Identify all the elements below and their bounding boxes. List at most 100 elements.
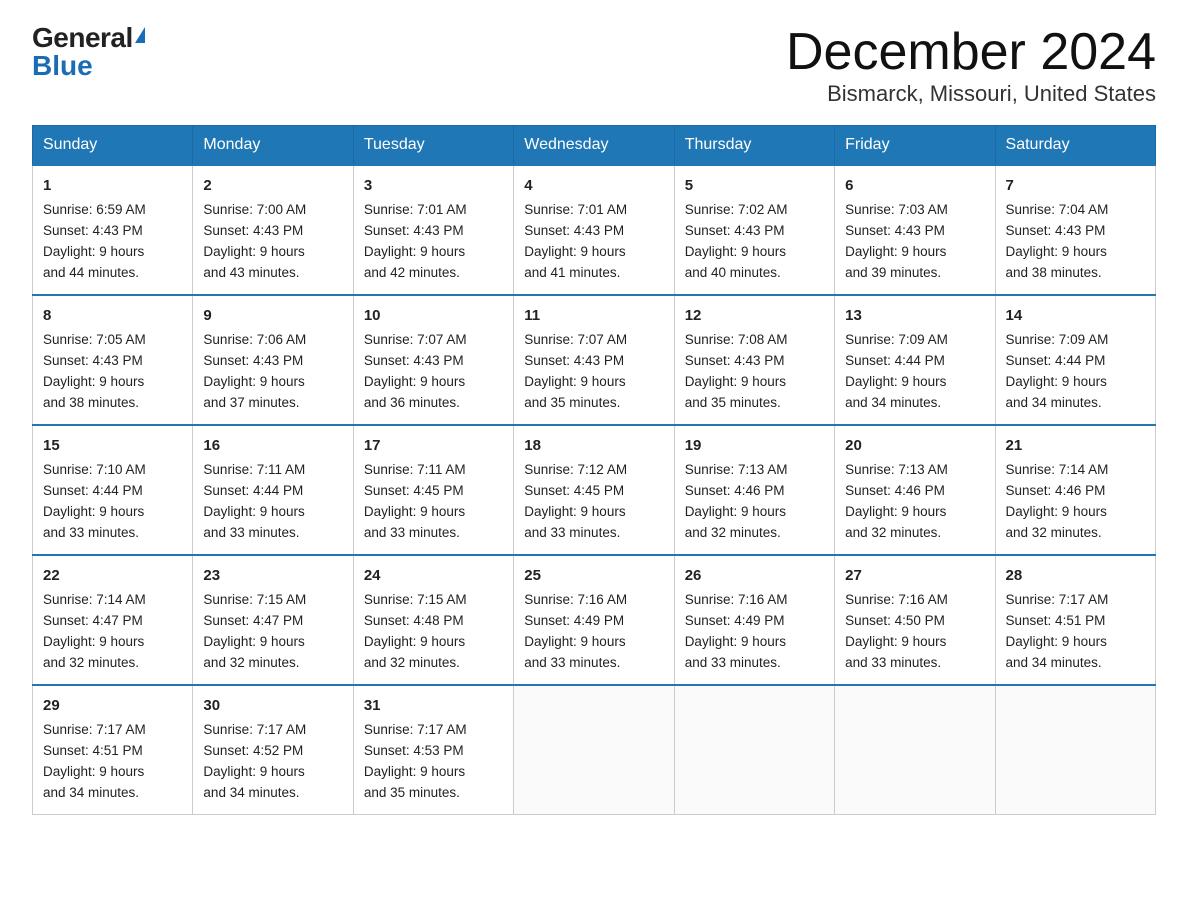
day-number: 13 [845, 304, 984, 327]
calendar-cell: 14Sunrise: 7:09 AMSunset: 4:44 PMDayligh… [995, 295, 1155, 425]
day-info: Sunrise: 7:17 AMSunset: 4:53 PMDaylight:… [364, 720, 503, 804]
day-info: Sunrise: 7:02 AMSunset: 4:43 PMDaylight:… [685, 200, 824, 284]
day-number: 28 [1006, 564, 1145, 587]
weekday-header-tuesday: Tuesday [353, 126, 513, 166]
day-info: Sunrise: 7:11 AMSunset: 4:45 PMDaylight:… [364, 460, 503, 544]
day-info: Sunrise: 7:16 AMSunset: 4:50 PMDaylight:… [845, 590, 984, 674]
day-info: Sunrise: 7:07 AMSunset: 4:43 PMDaylight:… [524, 330, 663, 414]
title-area: December 2024 Bismarck, Missouri, United… [786, 24, 1156, 107]
logo-general: General [32, 24, 133, 52]
calendar-cell: 19 Sunrise: 7:13 AMSunset: 4:46 PMDayligh… [674, 425, 834, 555]
day-info: Sunrise: 7:16 AMSunset: 4:49 PMDaylight:… [524, 590, 663, 674]
calendar-cell [514, 685, 674, 814]
day-number: 21 [1006, 434, 1145, 457]
weekday-header-wednesday: Wednesday [514, 126, 674, 166]
calendar-cell: 31 Sunrise: 7:17 AMSunset: 4:53 PMDayligh… [353, 685, 513, 814]
calendar-cell: 1 Sunrise: 6:59 AMSunset: 4:43 PMDaylight… [33, 165, 193, 295]
day-info: Sunrise: 7:16 AMSunset: 4:49 PMDaylight:… [685, 590, 824, 674]
calendar-cell: 28Sunrise: 7:17 AMSunset: 4:51 PMDayligh… [995, 555, 1155, 685]
calendar-cell: 29 Sunrise: 7:17 AMSunset: 4:51 PMDayligh… [33, 685, 193, 814]
day-number: 16 [203, 434, 342, 457]
calendar-cell: 24 Sunrise: 7:15 AMSunset: 4:48 PMDayligh… [353, 555, 513, 685]
day-number: 8 [43, 304, 182, 327]
calendar-cell: 18 Sunrise: 7:12 AMSunset: 4:45 PMDayligh… [514, 425, 674, 555]
calendar-cell [995, 685, 1155, 814]
weekday-header-friday: Friday [835, 126, 995, 166]
day-number: 9 [203, 304, 342, 327]
day-number: 24 [364, 564, 503, 587]
day-number: 31 [364, 694, 503, 717]
day-info: Sunrise: 7:13 AMSunset: 4:46 PMDaylight:… [685, 460, 824, 544]
calendar-cell: 13 Sunrise: 7:09 AMSunset: 4:44 PMDayligh… [835, 295, 995, 425]
logo-blue: Blue [32, 52, 93, 80]
day-number: 10 [364, 304, 503, 327]
weekday-header-sunday: Sunday [33, 126, 193, 166]
day-number: 17 [364, 434, 503, 457]
calendar-cell: 3 Sunrise: 7:01 AMSunset: 4:43 PMDaylight… [353, 165, 513, 295]
calendar-cell: 27 Sunrise: 7:16 AMSunset: 4:50 PMDayligh… [835, 555, 995, 685]
calendar-cell: 12 Sunrise: 7:08 AMSunset: 4:43 PMDayligh… [674, 295, 834, 425]
calendar-cell: 25 Sunrise: 7:16 AMSunset: 4:49 PMDayligh… [514, 555, 674, 685]
day-number: 7 [1006, 174, 1145, 197]
day-info: Sunrise: 7:14 AMSunset: 4:47 PMDaylight:… [43, 590, 182, 674]
calendar-week-1: 1 Sunrise: 6:59 AMSunset: 4:43 PMDaylight… [33, 165, 1156, 295]
day-number: 15 [43, 434, 182, 457]
day-info: Sunrise: 7:01 AMSunset: 4:43 PMDaylight:… [524, 200, 663, 284]
calendar-cell: 5 Sunrise: 7:02 AMSunset: 4:43 PMDaylight… [674, 165, 834, 295]
day-info: Sunrise: 7:01 AMSunset: 4:43 PMDaylight:… [364, 200, 503, 284]
day-number: 18 [524, 434, 663, 457]
calendar-cell: 16Sunrise: 7:11 AMSunset: 4:44 PMDayligh… [193, 425, 353, 555]
day-number: 6 [845, 174, 984, 197]
calendar-cell: 9 Sunrise: 7:06 AMSunset: 4:43 PMDaylight… [193, 295, 353, 425]
day-number: 1 [43, 174, 182, 197]
day-info: Sunrise: 6:59 AMSunset: 4:43 PMDaylight:… [43, 200, 182, 284]
day-info: Sunrise: 7:17 AMSunset: 4:52 PMDaylight:… [203, 720, 342, 804]
month-title: December 2024 [786, 24, 1156, 81]
calendar-cell: 2Sunrise: 7:00 AMSunset: 4:43 PMDaylight… [193, 165, 353, 295]
weekday-header-saturday: Saturday [995, 126, 1155, 166]
calendar-week-2: 8Sunrise: 7:05 AMSunset: 4:43 PMDaylight… [33, 295, 1156, 425]
day-number: 25 [524, 564, 663, 587]
calendar-week-5: 29 Sunrise: 7:17 AMSunset: 4:51 PMDayligh… [33, 685, 1156, 814]
location-subtitle: Bismarck, Missouri, United States [786, 81, 1156, 107]
day-number: 29 [43, 694, 182, 717]
calendar-cell: 20 Sunrise: 7:13 AMSunset: 4:46 PMDayligh… [835, 425, 995, 555]
calendar-cell: 17 Sunrise: 7:11 AMSunset: 4:45 PMDayligh… [353, 425, 513, 555]
day-number: 22 [43, 564, 182, 587]
day-info: Sunrise: 7:04 AMSunset: 4:43 PMDaylight:… [1006, 200, 1145, 284]
day-info: Sunrise: 7:13 AMSunset: 4:46 PMDaylight:… [845, 460, 984, 544]
day-number: 30 [203, 694, 342, 717]
day-info: Sunrise: 7:08 AMSunset: 4:43 PMDaylight:… [685, 330, 824, 414]
weekday-header-monday: Monday [193, 126, 353, 166]
calendar-cell: 8Sunrise: 7:05 AMSunset: 4:43 PMDaylight… [33, 295, 193, 425]
calendar-cell: 6 Sunrise: 7:03 AMSunset: 4:43 PMDaylight… [835, 165, 995, 295]
day-number: 5 [685, 174, 824, 197]
calendar-cell: 15Sunrise: 7:10 AMSunset: 4:44 PMDayligh… [33, 425, 193, 555]
day-number: 2 [203, 174, 342, 197]
day-number: 27 [845, 564, 984, 587]
calendar-week-3: 15Sunrise: 7:10 AMSunset: 4:44 PMDayligh… [33, 425, 1156, 555]
weekday-header-row: SundayMondayTuesdayWednesdayThursdayFrid… [33, 126, 1156, 166]
calendar-cell [674, 685, 834, 814]
calendar-cell: 30 Sunrise: 7:17 AMSunset: 4:52 PMDayligh… [193, 685, 353, 814]
day-info: Sunrise: 7:12 AMSunset: 4:45 PMDaylight:… [524, 460, 663, 544]
day-number: 14 [1006, 304, 1145, 327]
day-info: Sunrise: 7:03 AMSunset: 4:43 PMDaylight:… [845, 200, 984, 284]
calendar-cell: 26Sunrise: 7:16 AMSunset: 4:49 PMDayligh… [674, 555, 834, 685]
day-number: 11 [524, 304, 663, 327]
weekday-header-thursday: Thursday [674, 126, 834, 166]
calendar-cell: 21Sunrise: 7:14 AMSunset: 4:46 PMDayligh… [995, 425, 1155, 555]
logo: General Blue [32, 24, 145, 80]
calendar-cell: 23Sunrise: 7:15 AMSunset: 4:47 PMDayligh… [193, 555, 353, 685]
day-info: Sunrise: 7:17 AMSunset: 4:51 PMDaylight:… [43, 720, 182, 804]
day-number: 19 [685, 434, 824, 457]
day-number: 3 [364, 174, 503, 197]
day-number: 12 [685, 304, 824, 327]
day-info: Sunrise: 7:15 AMSunset: 4:48 PMDaylight:… [364, 590, 503, 674]
day-info: Sunrise: 7:09 AMSunset: 4:44 PMDaylight:… [845, 330, 984, 414]
day-info: Sunrise: 7:06 AMSunset: 4:43 PMDaylight:… [203, 330, 342, 414]
day-number: 20 [845, 434, 984, 457]
calendar-cell: 7 Sunrise: 7:04 AMSunset: 4:43 PMDaylight… [995, 165, 1155, 295]
day-number: 4 [524, 174, 663, 197]
calendar-week-4: 22 Sunrise: 7:14 AMSunset: 4:47 PMDayligh… [33, 555, 1156, 685]
